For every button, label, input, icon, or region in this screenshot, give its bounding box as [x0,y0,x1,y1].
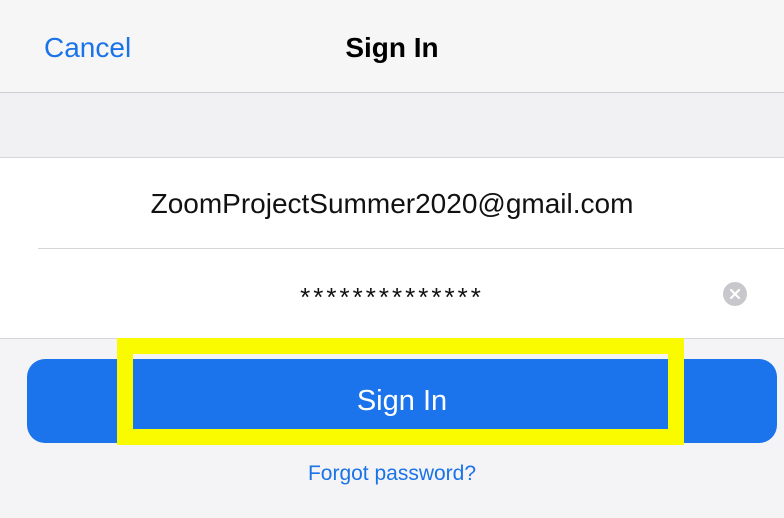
clear-text-icon[interactable] [723,282,747,306]
actions-area: Sign In Forgot password? [0,339,784,518]
forgot-password-link[interactable]: Forgot password? [308,462,476,485]
sign-in-button-label: Sign In [356,385,448,417]
sign-in-button[interactable]: Sign In [27,359,777,443]
navigation-bar: Cancel Sign In [0,0,784,93]
password-field-value[interactable]: ************** [0,279,784,315]
section-spacer [0,93,784,158]
sign-in-form: ZoomProjectSummer2020@gmail.com ********… [0,158,784,339]
password-field[interactable]: ************** [0,249,784,339]
email-field-value[interactable]: ZoomProjectSummer2020@gmail.com [0,186,784,222]
forgot-password-link-container: Forgot password? [0,461,784,487]
page-title: Sign In [345,32,439,63]
email-field[interactable]: ZoomProjectSummer2020@gmail.com [0,158,784,249]
